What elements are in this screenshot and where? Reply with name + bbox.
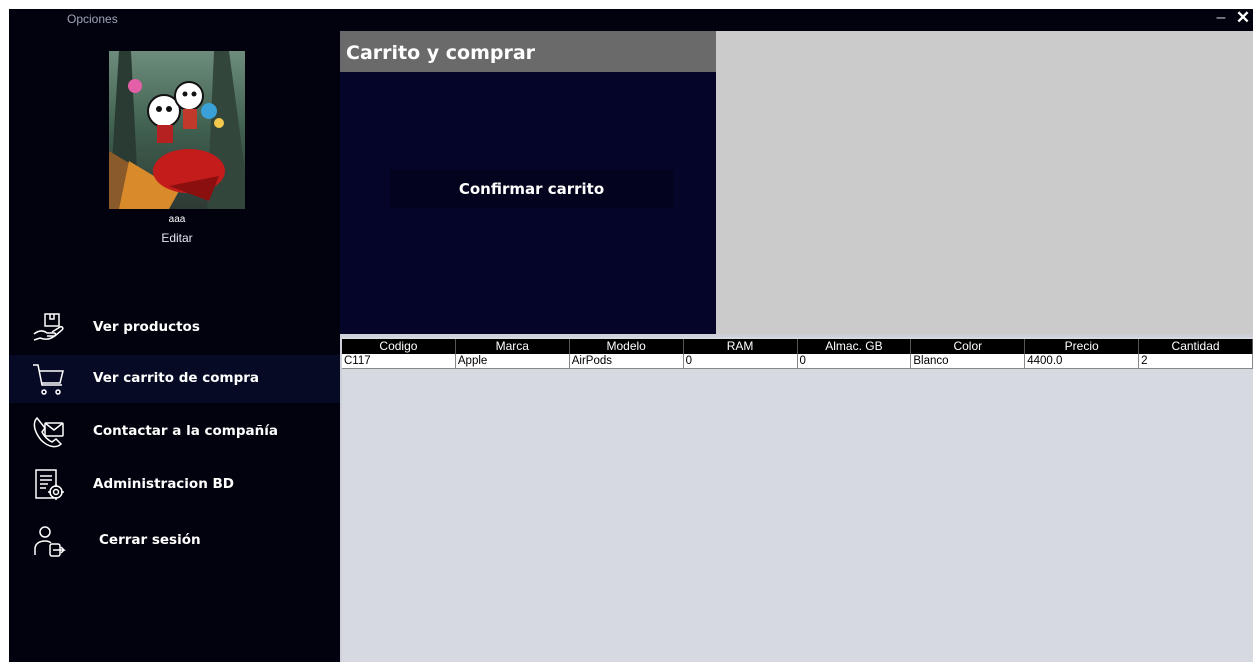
column-header-cantidad[interactable]: Cantidad (1139, 339, 1253, 354)
sidebar-item-ver-carrito[interactable]: Ver carrito de compra (9, 355, 340, 403)
column-header-codigo[interactable]: Codigo (342, 339, 456, 354)
user-name: aaa (168, 214, 186, 225)
title-bar: Opciones – ✕ (9, 8, 1253, 31)
sidebar-item-administracion[interactable]: Administracion BD (9, 461, 340, 509)
page-title: Carrito y comprar (346, 42, 536, 64)
sidebar-item-contactar[interactable]: Contactar a la compañía (9, 408, 340, 456)
sidebar-item-label: Ver productos (93, 319, 200, 335)
cart-table-container: Codigo Marca Modelo RAM Almac. GB Color … (340, 334, 1253, 662)
app-window: Opciones – ✕ aaa Editar Ver productos Ve… (9, 8, 1253, 662)
cell-codigo: C117 (342, 354, 456, 368)
cell-modelo: AirPods (570, 354, 684, 368)
sidebar-item-ver-productos[interactable]: Ver productos (9, 304, 340, 352)
sidebar-item-label: Ver carrito de compra (93, 370, 260, 386)
column-header-ram[interactable]: RAM (684, 339, 798, 354)
sidebar-item-label: Contactar a la compañía (93, 423, 278, 439)
cell-almac: 0 (798, 354, 912, 368)
close-button[interactable]: ✕ (1235, 8, 1251, 28)
phone-mail-icon (33, 416, 64, 448)
cell-color: Blanco (911, 354, 1026, 368)
edit-profile-link[interactable]: Editar (109, 231, 245, 245)
cell-precio: 4400.0 (1025, 354, 1140, 368)
sidebar-item-label: Cerrar sesión (99, 532, 201, 548)
cart-header: Carrito y comprar (340, 31, 716, 72)
user-logout-icon (34, 526, 66, 557)
cell-marca: Apple (456, 354, 570, 368)
cart-table: Codigo Marca Modelo RAM Almac. GB Color … (342, 337, 1253, 662)
column-header-modelo[interactable]: Modelo (570, 339, 684, 354)
sidebar-item-cerrar-sesion[interactable]: Cerrar sesión (9, 517, 340, 565)
minimize-button[interactable]: – (1214, 9, 1228, 27)
cell-ram: 0 (684, 354, 798, 368)
document-gear-icon (35, 469, 64, 500)
column-header-almac[interactable]: Almac. GB (798, 339, 912, 354)
cart-panel: Carrito y comprar Confirmar carrito (340, 31, 716, 334)
hand-box-icon (33, 313, 64, 341)
column-header-color[interactable]: Color (911, 339, 1026, 354)
table-header: Codigo Marca Modelo RAM Almac. GB Color … (342, 339, 1253, 354)
column-header-marca[interactable]: Marca (456, 339, 570, 354)
column-header-precio[interactable]: Precio (1025, 339, 1140, 354)
cart-icon (33, 364, 64, 395)
details-panel (716, 31, 1253, 334)
table-row[interactable]: C117 Apple AirPods 0 0 Blanco 4400.0 2 (342, 354, 1253, 369)
sidebar-item-label: Administracion BD (93, 476, 235, 492)
window-title: Opciones (67, 12, 118, 26)
cell-cantidad: 2 (1139, 354, 1253, 368)
avatar (109, 51, 245, 209)
confirm-cart-button[interactable]: Confirmar carrito (390, 170, 673, 208)
